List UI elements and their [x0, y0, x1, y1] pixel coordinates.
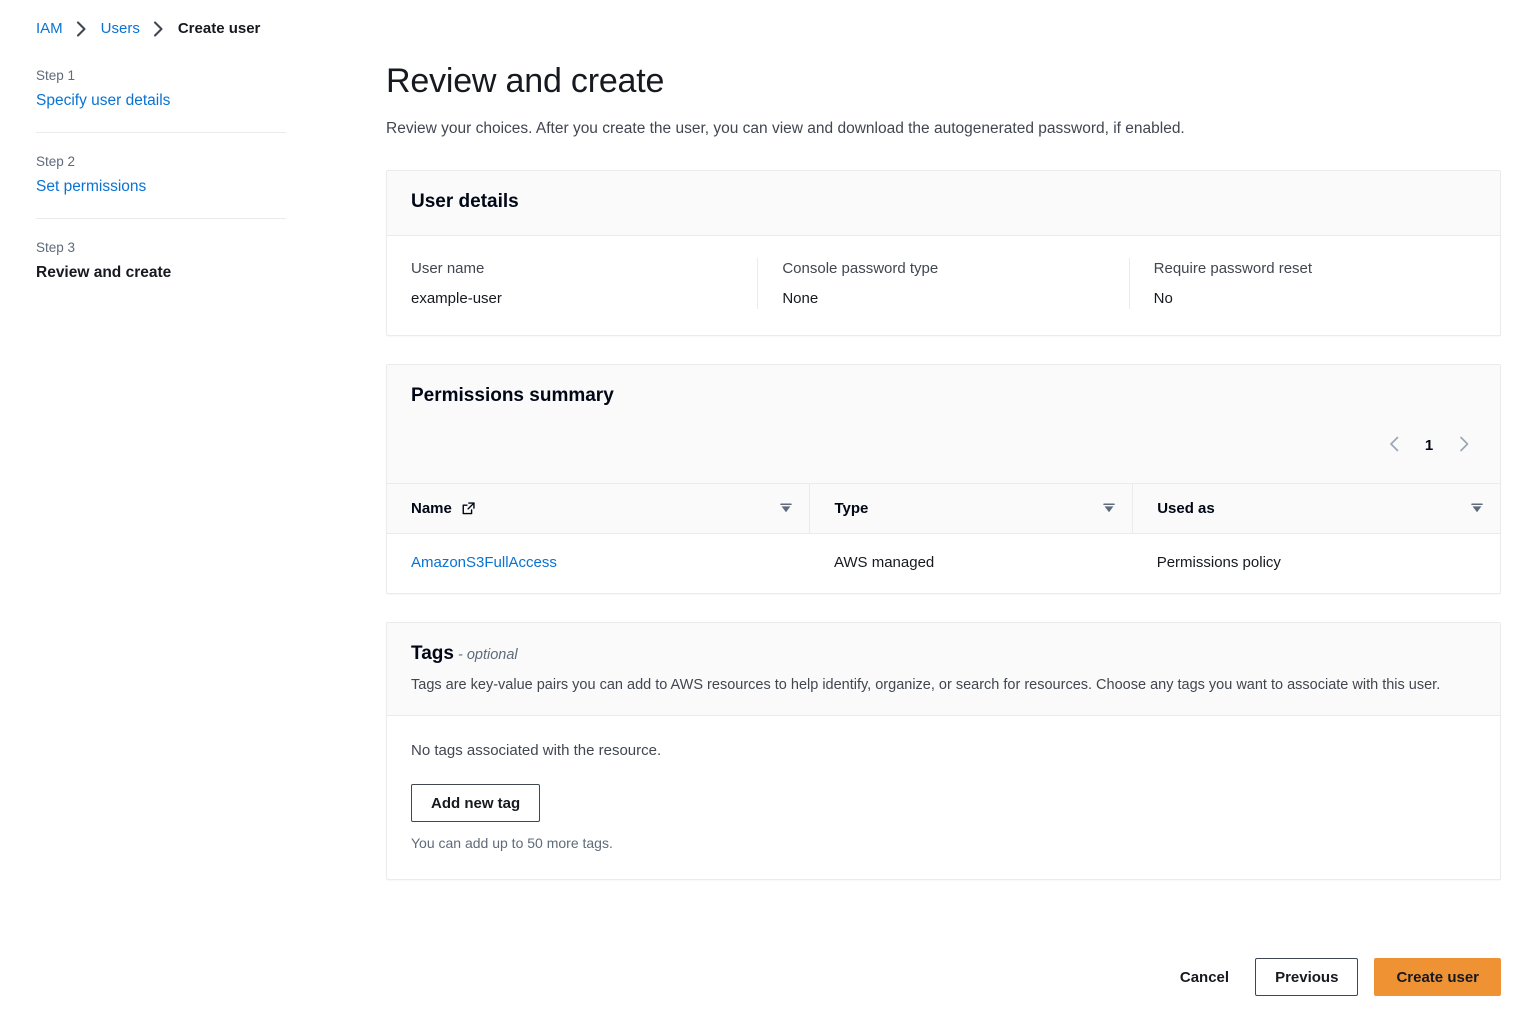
- wizard-navigation: Step 1 Specify user details Step 2 Set p…: [36, 66, 286, 284]
- field-value: None: [782, 290, 819, 307]
- permissions-summary-card: Permissions summary 1 Name Type Used as …: [386, 364, 1501, 594]
- footer-actions: Cancel Previous Create user: [386, 958, 1501, 996]
- user-details-title: User details: [411, 191, 519, 212]
- tags-hint: You can add up to 50 more tags.: [411, 835, 613, 851]
- table-header-row: Name Type Used as: [387, 483, 1500, 534]
- chevron-left-icon: [1389, 436, 1400, 455]
- wizard-step-2: Step 2 Set permissions: [36, 152, 286, 198]
- sort-icon[interactable]: [1102, 501, 1116, 515]
- field-label: Console password type: [782, 260, 939, 277]
- wizard-step-2-title[interactable]: Set permissions: [36, 176, 286, 198]
- field-user-name: User name example-user: [387, 258, 757, 309]
- field-value: No: [1153, 290, 1173, 307]
- cell-policy-used-as: Permissions policy: [1132, 533, 1500, 593]
- cancel-button[interactable]: Cancel: [1170, 958, 1239, 996]
- pagination-next-button[interactable]: [1448, 429, 1480, 461]
- field-require-password-reset: Require password reset No: [1128, 258, 1500, 309]
- field-label: Require password reset: [1153, 260, 1313, 277]
- create-user-button[interactable]: Create user: [1374, 958, 1501, 996]
- wizard-divider: [36, 218, 286, 219]
- policy-link[interactable]: AmazonS3FullAccess: [411, 554, 557, 571]
- column-header-label: Used as: [1157, 499, 1215, 517]
- column-header-used-as[interactable]: Used as: [1132, 483, 1500, 534]
- breadcrumb-item-create-user: Create user: [177, 20, 261, 37]
- cell-policy-name: AmazonS3FullAccess: [387, 533, 810, 593]
- tags-description: Tags are key-value pairs you can add to …: [411, 677, 1441, 693]
- tags-title: Tags - optional: [411, 641, 1476, 668]
- permissions-summary-title: Permissions summary: [411, 385, 614, 406]
- field-value: example-user: [411, 290, 502, 307]
- create-user-review-page: IAM Users Create user Step 1 Specify use…: [0, 0, 1540, 1032]
- user-details-header: User details: [387, 171, 1500, 236]
- tags-body: No tags associated with the resource. Ad…: [387, 716, 1500, 879]
- page-description: Review your choices. After you create th…: [386, 120, 1185, 137]
- wizard-step-3: Step 3 Review and create: [36, 238, 286, 284]
- sort-icon[interactable]: [779, 501, 793, 515]
- tags-title-text: Tags: [411, 643, 454, 664]
- chevron-right-icon: [63, 20, 101, 37]
- pagination-previous-button[interactable]: [1378, 429, 1410, 461]
- tags-optional-suffix: - optional: [453, 647, 518, 663]
- cell-policy-type: AWS managed: [809, 533, 1133, 593]
- pagination-page-1[interactable]: 1: [1416, 429, 1442, 461]
- chevron-right-icon: [1459, 436, 1470, 455]
- wizard-step-1: Step 1 Specify user details: [36, 66, 286, 112]
- table-pagination: 1: [387, 425, 1500, 483]
- wizard-step-3-label: Step 3: [36, 240, 76, 255]
- wizard-step-3-title: Review and create: [36, 264, 172, 281]
- tags-card: Tags - optional Tags are key-value pairs…: [386, 622, 1501, 880]
- breadcrumb-item-users[interactable]: Users: [101, 20, 140, 37]
- wizard-step-1-title[interactable]: Specify user details: [36, 90, 286, 112]
- column-header-label: Type: [834, 499, 869, 517]
- external-link-icon: [461, 501, 476, 516]
- wizard-step-2-label: Step 2: [36, 154, 76, 169]
- breadcrumb-item-iam[interactable]: IAM: [36, 20, 63, 37]
- column-header-name[interactable]: Name: [387, 483, 810, 534]
- chevron-right-icon: [140, 20, 178, 37]
- wizard-step-1-label: Step 1: [36, 68, 76, 83]
- tags-header: Tags - optional Tags are key-value pairs…: [387, 623, 1500, 716]
- previous-button[interactable]: Previous: [1255, 958, 1359, 996]
- tags-empty-message: No tags associated with the resource.: [411, 742, 662, 759]
- permissions-summary-header: Permissions summary: [387, 365, 1500, 425]
- permissions-table: Name Type Used as AmazonS3FullAccess AWS…: [387, 483, 1500, 593]
- sort-icon[interactable]: [1470, 501, 1484, 515]
- page-title: Review and create: [386, 62, 665, 100]
- field-console-password-type: Console password type None: [757, 258, 1128, 309]
- field-label: User name: [411, 260, 485, 277]
- column-header-type[interactable]: Type: [809, 483, 1133, 534]
- add-new-tag-button[interactable]: Add new tag: [411, 784, 541, 822]
- user-details-card: User details User name example-user Cons…: [386, 170, 1501, 336]
- main-content: Review and create Review your choices. A…: [386, 60, 1501, 880]
- user-details-grid: User name example-user Console password …: [387, 236, 1500, 335]
- breadcrumb: IAM Users Create user: [36, 20, 260, 37]
- table-row: AmazonS3FullAccess AWS managed Permissio…: [387, 533, 1500, 593]
- wizard-divider: [36, 132, 286, 133]
- column-header-label: Name: [411, 499, 452, 517]
